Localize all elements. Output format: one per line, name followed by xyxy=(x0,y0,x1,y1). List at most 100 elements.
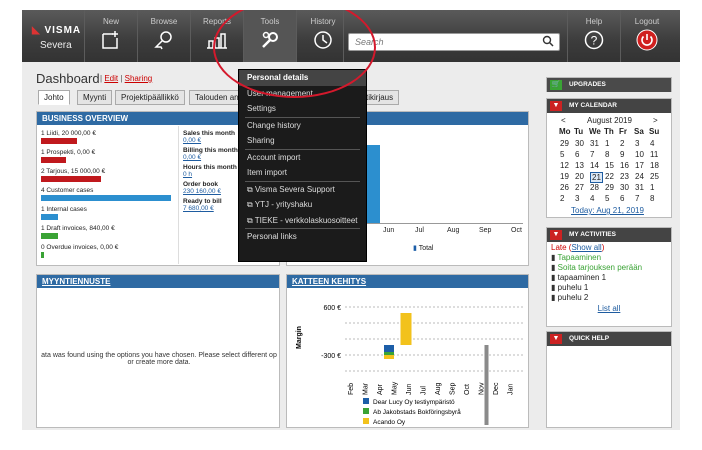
tab-talouden[interactable]: Talouden an xyxy=(189,90,245,105)
calendar-day[interactable]: 3 xyxy=(635,139,639,148)
calendar-day[interactable]: 11 xyxy=(650,150,658,159)
nav-browse[interactable]: Browse xyxy=(138,10,190,62)
calendar-next[interactable]: > xyxy=(653,116,658,125)
menu-item-sharing[interactable]: Sharing xyxy=(239,133,366,149)
calendar-day[interactable]: 1 xyxy=(605,139,609,148)
calendar-day[interactable]: 8 xyxy=(605,150,609,159)
collapse-icon[interactable]: ▼ xyxy=(550,101,562,111)
calendar-day[interactable]: 30 xyxy=(575,139,584,148)
calendar-day[interactable]: 13 xyxy=(575,161,584,170)
calendar-day[interactable]: 19 xyxy=(560,172,569,181)
menu-item-ytj-yrityshaku[interactable]: ⧉ YTJ - yrityshaku xyxy=(239,197,366,213)
calendar-day[interactable]: 2 xyxy=(620,139,624,148)
calendar-day[interactable]: 9 xyxy=(620,150,624,159)
calendar-day[interactable]: 7 xyxy=(590,150,594,159)
calendar-day[interactable]: 1 xyxy=(650,183,654,192)
calendar-day[interactable]: 24 xyxy=(635,172,644,181)
overview-row-label[interactable]: 1 Liidi, 20 000,00 € xyxy=(41,130,96,137)
stat-value-link[interactable]: 7 680,00 € xyxy=(183,205,214,212)
weekday-label: Mo xyxy=(559,127,571,136)
calendar-day[interactable]: 17 xyxy=(635,161,644,170)
collapse-icon[interactable]: ▼ xyxy=(550,230,562,240)
overview-row-label[interactable]: 2 Tarjous, 15 000,00 € xyxy=(41,168,105,175)
calendar-prev[interactable]: < xyxy=(561,116,566,125)
calendar-day[interactable]: 10 xyxy=(635,150,644,159)
show-all-link[interactable]: Show all xyxy=(571,243,601,252)
search-icon[interactable] xyxy=(542,35,554,49)
collapse-icon[interactable]: ▼ xyxy=(550,334,562,344)
activity-item[interactable]: ▮ Tapaaminen xyxy=(551,253,667,262)
stat-value-link[interactable]: 0,00 € xyxy=(183,137,201,144)
nav-logout[interactable]: Logout xyxy=(621,10,673,62)
calendar-day[interactable]: 21 xyxy=(590,172,603,183)
calendar-day[interactable]: 4 xyxy=(590,194,594,203)
calendar-day[interactable]: 29 xyxy=(605,183,614,192)
month-tick: Jun xyxy=(383,227,395,234)
menu-item-tieke-verkkolaskuosoitteet[interactable]: ⧉ TIEKE - verkkolaskuosoitteet xyxy=(239,213,366,229)
tab-johto[interactable]: Johto xyxy=(38,90,70,105)
calendar-day[interactable]: 27 xyxy=(575,183,584,192)
calendar-day[interactable]: 2 xyxy=(560,194,564,203)
calendar-day[interactable]: 30 xyxy=(620,183,629,192)
calendar-day[interactable]: 12 xyxy=(560,161,569,170)
nav-new[interactable]: New xyxy=(85,10,137,62)
y-tick-label: -300 € xyxy=(321,353,341,360)
calendar-day[interactable]: 18 xyxy=(650,161,659,170)
calendar-day[interactable]: 15 xyxy=(605,161,614,170)
panel-title-link[interactable]: MYYNTIENNUSTE xyxy=(42,277,110,286)
calendar-day[interactable]: 6 xyxy=(620,194,624,203)
upgrades-panel[interactable]: 🛒 UPGRADES xyxy=(546,77,672,92)
menu-item-item-import[interactable]: Item import xyxy=(239,165,366,181)
calendar-day[interactable]: 29 xyxy=(560,139,569,148)
activity-item[interactable]: ▮ puhelu 1 xyxy=(551,283,667,292)
calendar-day[interactable]: 16 xyxy=(620,161,629,170)
calendar-day[interactable]: 22 xyxy=(605,172,614,181)
overview-row-label[interactable]: 0 Overdue invoices, 0,00 € xyxy=(41,244,118,251)
overview-row-label[interactable]: 1 Prospekti, 0,00 € xyxy=(41,149,95,156)
calendar-day[interactable]: 26 xyxy=(560,183,569,192)
menu-item-personal-links[interactable]: Personal links xyxy=(239,229,366,245)
edit-link[interactable]: Edit xyxy=(104,74,118,83)
calendar-day[interactable]: 7 xyxy=(635,194,639,203)
activity-item[interactable]: ▮ puhelu 2 xyxy=(551,293,667,302)
overview-row-label[interactable]: 4 Customer cases xyxy=(41,187,93,194)
x-tick-label: Sep xyxy=(450,382,457,395)
menu-item-settings[interactable]: Settings xyxy=(239,101,366,117)
stat-value-link[interactable]: 0,00 € xyxy=(183,154,201,161)
stat-value-link[interactable]: 0 h xyxy=(183,171,192,178)
calendar-day[interactable]: 25 xyxy=(650,172,659,181)
calendar-day[interactable]: 3 xyxy=(575,194,579,203)
overview-row-label[interactable]: 1 Internal cases xyxy=(41,206,87,213)
calendar-day[interactable]: 8 xyxy=(650,194,654,203)
activity-item[interactable]: ▮ Soita tarjouksen perään xyxy=(551,263,667,272)
visma-logo[interactable]: ◣ VISMA Severa xyxy=(32,25,81,51)
today-link[interactable]: Today: Aug 21, 2019 xyxy=(571,206,644,215)
menu-item-change-history[interactable]: Change history xyxy=(239,118,366,134)
bar-acando xyxy=(400,313,412,345)
activity-item[interactable]: ▮ tapaaminen 1 xyxy=(551,273,667,282)
stat-item: Ready to bill 7 680,00 € xyxy=(183,198,222,212)
calendar-day[interactable]: 14 xyxy=(590,161,599,170)
cart-icon: 🛒 xyxy=(550,80,562,90)
overview-row-label[interactable]: 1 Draft invoices, 840,00 € xyxy=(41,225,115,232)
menu-item-account-import[interactable]: Account import xyxy=(239,150,366,166)
tab-projektipaallikko[interactable]: Projektipäällikkö xyxy=(115,90,185,105)
nav-help[interactable]: Help ? xyxy=(568,10,620,62)
calendar-day[interactable]: 20 xyxy=(575,172,584,181)
calendar-day[interactable]: 6 xyxy=(575,150,579,159)
calendar-day[interactable]: 28 xyxy=(590,183,599,192)
list-all-link[interactable]: List all xyxy=(598,304,621,313)
activity-type-icon: ▮ xyxy=(551,283,558,292)
menu-item-visma-severa-support[interactable]: ⧉ Visma Severa Support xyxy=(239,182,366,198)
search-input[interactable]: Search xyxy=(348,33,560,51)
calendar-day[interactable]: 31 xyxy=(635,183,644,192)
panel-title-link[interactable]: KATTEEN KEHITYS xyxy=(292,277,366,286)
stat-value-link[interactable]: 230 160,00 € xyxy=(183,188,221,195)
sharing-link[interactable]: Sharing xyxy=(125,74,153,83)
calendar-day[interactable]: 5 xyxy=(560,150,564,159)
tab-myynti[interactable]: Myynti xyxy=(77,90,113,105)
calendar-day[interactable]: 23 xyxy=(620,172,629,181)
calendar-day[interactable]: 5 xyxy=(605,194,609,203)
calendar-day[interactable]: 31 xyxy=(590,139,599,148)
calendar-day[interactable]: 4 xyxy=(650,139,654,148)
